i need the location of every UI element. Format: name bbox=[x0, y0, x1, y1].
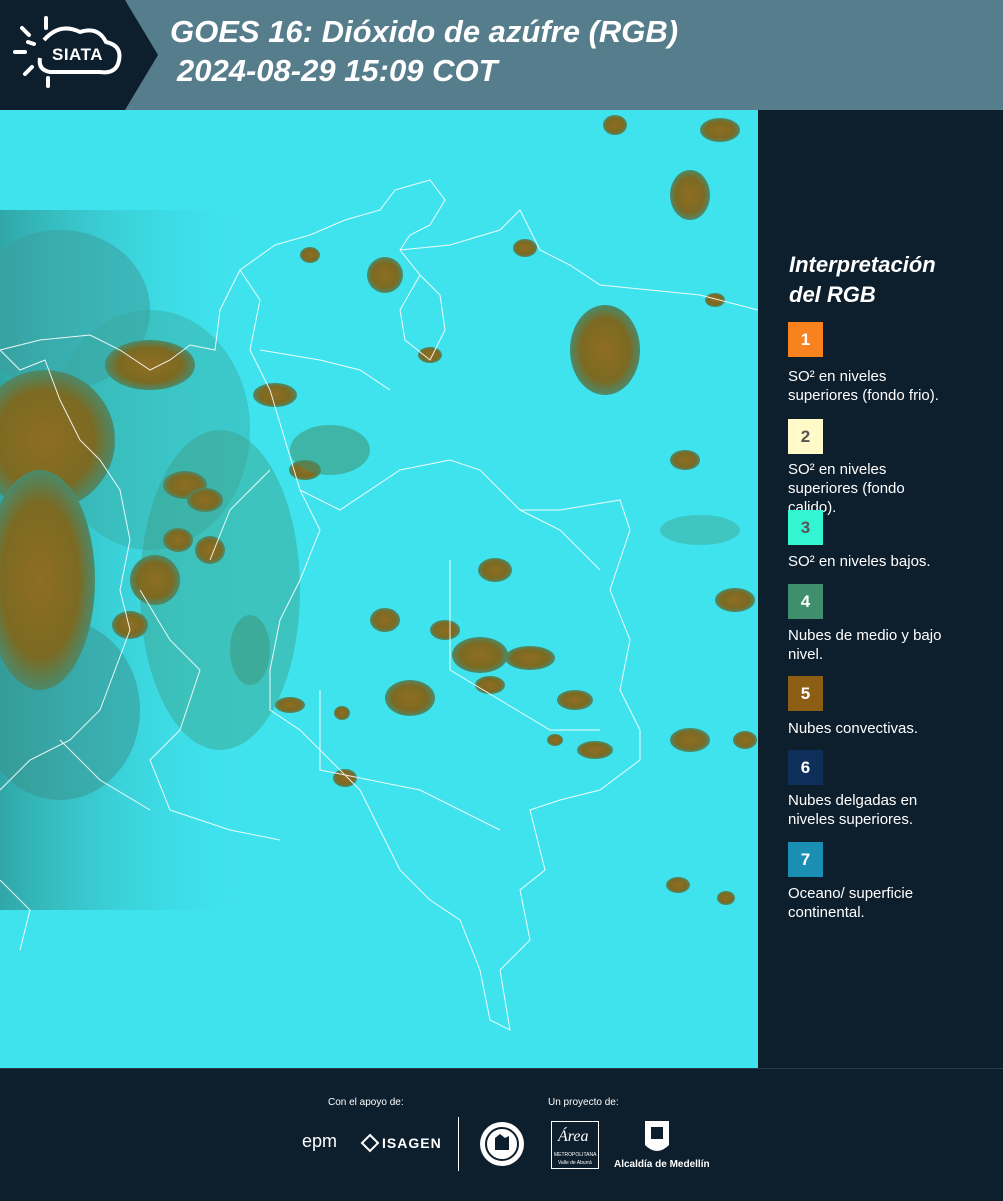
legend-label-3: SO² en niveles bajos. bbox=[788, 552, 993, 571]
legend-label-4-line2: nivel. bbox=[788, 646, 824, 663]
satellite-map[interactable] bbox=[0, 110, 758, 1068]
legend-swatch-3: 3 bbox=[788, 510, 823, 545]
legend-number-3: 3 bbox=[800, 517, 811, 537]
legend-label-1-line1: SO² en niveles bbox=[788, 368, 887, 385]
area-logo-subtitle2: Valle de Aburrá bbox=[558, 1160, 592, 1166]
footer: Con el apoyo de: Un proyecto de: epm ISA… bbox=[0, 1068, 1003, 1201]
legend-label-6-line2: niveles superiores. bbox=[788, 811, 914, 828]
isagen-icon bbox=[360, 1133, 380, 1153]
area-logo-subtitle: METROPOLITANA bbox=[554, 1152, 597, 1158]
legend-title-line1: Interpretación bbox=[789, 252, 936, 277]
page-title: GOES 16: Dióxido de azúfre (RGB) bbox=[170, 14, 679, 49]
header-bar: SIATA GOES 16: Dióxido de azúfre (RGB) 2… bbox=[0, 0, 1003, 110]
legend-label-7-line2: continental. bbox=[788, 904, 865, 921]
legend-number-6: 6 bbox=[800, 757, 811, 777]
legend-number-2: 2 bbox=[800, 426, 811, 446]
legend-title: Interpretación del RGB bbox=[789, 250, 989, 310]
legend-label-1-line2: superiores (fondo frio). bbox=[788, 387, 939, 404]
footer-divider bbox=[458, 1117, 459, 1171]
legend-number-1: 1 bbox=[800, 329, 811, 349]
legend-label-7-line1: Oceano/ superficie bbox=[788, 885, 914, 902]
legend-number-4: 4 bbox=[800, 591, 811, 611]
siata-logo[interactable]: SIATA bbox=[0, 0, 158, 110]
legend-number-7: 7 bbox=[800, 849, 811, 869]
legend-label-6: Nubes delgadas en niveles superiores. bbox=[788, 791, 993, 829]
logo-text: SIATA bbox=[52, 45, 103, 64]
legend-swatch-7: 7 bbox=[788, 842, 823, 877]
legend-swatch-4: 4 bbox=[788, 584, 823, 619]
isagen-logo[interactable]: ISAGEN bbox=[382, 1135, 442, 1151]
medellin-seal-icon[interactable] bbox=[478, 1120, 526, 1168]
legend-label-1: SO² en niveles superiores (fondo frio). bbox=[788, 367, 993, 405]
map-canvas bbox=[0, 110, 758, 1068]
alcaldia-shield-icon bbox=[645, 1121, 669, 1151]
legend-title-line2: del RGB bbox=[789, 282, 876, 307]
legend-label-6-line1: Nubes delgadas en bbox=[788, 792, 918, 809]
legend-panel: Interpretación del RGB 1 SO² en niveles … bbox=[758, 110, 1003, 1068]
epm-logo[interactable]: epm bbox=[302, 1131, 337, 1152]
legend-label-2: SO² en niveles superiores (fondo calido)… bbox=[788, 460, 993, 517]
legend-label-5-line1: Nubes convectivas. bbox=[788, 720, 919, 737]
legend-swatch-2: 2 bbox=[788, 419, 823, 454]
legend-label-4-line1: Nubes de medio y bajo bbox=[788, 627, 942, 644]
legend-swatch-6: 6 bbox=[788, 750, 823, 785]
legend-label-2-line2: superiores (fondo bbox=[788, 480, 905, 497]
legend-swatch-5: 5 bbox=[788, 676, 823, 711]
support-label: Con el apoyo de: bbox=[328, 1097, 404, 1108]
area-logo-text: Área bbox=[558, 1128, 589, 1145]
legend-number-5: 5 bbox=[800, 683, 811, 703]
legend-label-7: Oceano/ superficie continental. bbox=[788, 884, 993, 922]
area-metropolitana-logo[interactable]: Área METROPOLITANA Valle de Aburrá bbox=[551, 1121, 599, 1169]
legend-label-2-line1: SO² en niveles bbox=[788, 461, 887, 478]
legend-label-3-line1: SO² en niveles bajos. bbox=[788, 553, 931, 570]
alcaldia-logo[interactable]: Alcaldía de Medellín bbox=[614, 1159, 710, 1170]
page-timestamp: 2024-08-29 15:09 COT bbox=[177, 53, 498, 88]
legend-swatch-1: 1 bbox=[788, 322, 823, 357]
legend-label-4: Nubes de medio y bajo nivel. bbox=[788, 626, 993, 664]
legend-label-5: Nubes convectivas. bbox=[788, 719, 993, 738]
project-label: Un proyecto de: bbox=[548, 1097, 619, 1108]
